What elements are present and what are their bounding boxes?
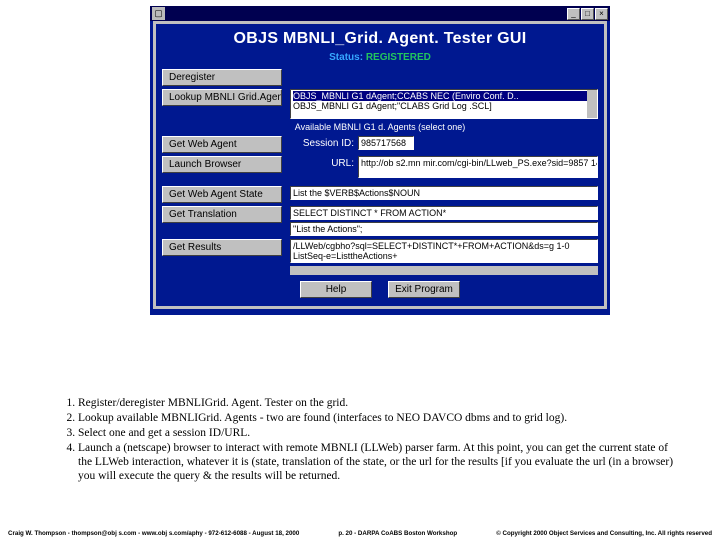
instructions-list: Register/deregister MBNLIGrid. Agent. Te… bbox=[60, 396, 675, 484]
app-window: ▢ _ □ × OBJS MBNLI_Grid. Agent. Tester G… bbox=[150, 6, 610, 315]
status-value: REGISTERED bbox=[366, 52, 431, 63]
footer-page: p. 20 - DARPA CoABS Boston Workshop bbox=[299, 530, 496, 537]
system-menu-icon[interactable]: ▢ bbox=[152, 7, 165, 20]
url-label: URL: bbox=[290, 158, 354, 169]
list-item[interactable]: OBJS_MBNLI G1 dAgent;"CLABS Grid Log .SC… bbox=[293, 101, 595, 111]
scrollbar-horizontal[interactable] bbox=[290, 266, 598, 275]
state-input-field[interactable]: List the $VERB$Actions$NOUN bbox=[290, 186, 598, 200]
lookup-agents-button[interactable]: Lookup MBNLI Grid.Agents bbox=[162, 89, 282, 106]
window-title: OBJS MBNLI_Grid. Agent. Tester GUI bbox=[162, 30, 598, 48]
get-web-agent-button[interactable]: Get Web Agent bbox=[162, 136, 282, 153]
list-item: Launch a (netscape) browser to interact … bbox=[78, 441, 675, 483]
minimize-button[interactable]: _ bbox=[567, 8, 580, 20]
footer-copyright: © Copyright 2000 Object Services and Con… bbox=[496, 530, 712, 537]
maximize-button[interactable]: □ bbox=[581, 8, 594, 20]
scrollbar-vertical[interactable] bbox=[587, 90, 597, 118]
available-agents-note: Available MBNLI G1 d. Agents (select one… bbox=[162, 122, 598, 132]
get-results-button[interactable]: Get Results bbox=[162, 239, 282, 256]
session-id-field[interactable]: 985717568 bbox=[358, 136, 414, 150]
list-item: Register/deregister MBNLIGrid. Agent. Te… bbox=[78, 396, 675, 410]
list-item[interactable]: OBJS_MBNLI G1 dAgent;CCABS NEC (Enviro C… bbox=[293, 91, 595, 101]
get-translation-button[interactable]: Get Translation bbox=[162, 206, 282, 223]
translation-field-1[interactable]: SELECT DISTINCT * FROM ACTION* bbox=[290, 206, 598, 220]
footer-left: Craig W. Thompson - thompson@obj s.com -… bbox=[8, 530, 299, 537]
agents-listbox[interactable]: OBJS_MBNLI G1 dAgent;CCABS NEC (Enviro C… bbox=[290, 89, 598, 119]
session-id-label: Session ID: bbox=[290, 138, 354, 149]
help-button[interactable]: Help bbox=[300, 281, 372, 298]
get-web-agent-state-button[interactable]: Get Web Agent State bbox=[162, 186, 282, 203]
results-field[interactable]: /LLWeb/cgbho?sql=SELECT+DISTINCT*+FROM+A… bbox=[290, 239, 598, 263]
exit-program-button[interactable]: Exit Program bbox=[388, 281, 460, 298]
deregister-button[interactable]: Deregister bbox=[162, 69, 282, 86]
close-button[interactable]: × bbox=[595, 8, 608, 20]
list-item: Lookup available MBNLIGrid. Agents - two… bbox=[78, 411, 675, 425]
status-label: Status: bbox=[329, 52, 363, 63]
slide-footer: Craig W. Thompson - thompson@obj s.com -… bbox=[0, 530, 720, 537]
list-item: Select one and get a session ID/URL. bbox=[78, 426, 675, 440]
translation-field-2[interactable]: "List the Actions"; bbox=[290, 222, 598, 236]
status-line: Status: REGISTERED bbox=[162, 52, 598, 63]
url-field[interactable]: http://ob s2.mn mir.com/cgi-bin/LLweb_PS… bbox=[358, 156, 598, 178]
titlebar: ▢ _ □ × bbox=[150, 6, 610, 21]
launch-browser-button[interactable]: Launch Browser bbox=[162, 156, 282, 173]
